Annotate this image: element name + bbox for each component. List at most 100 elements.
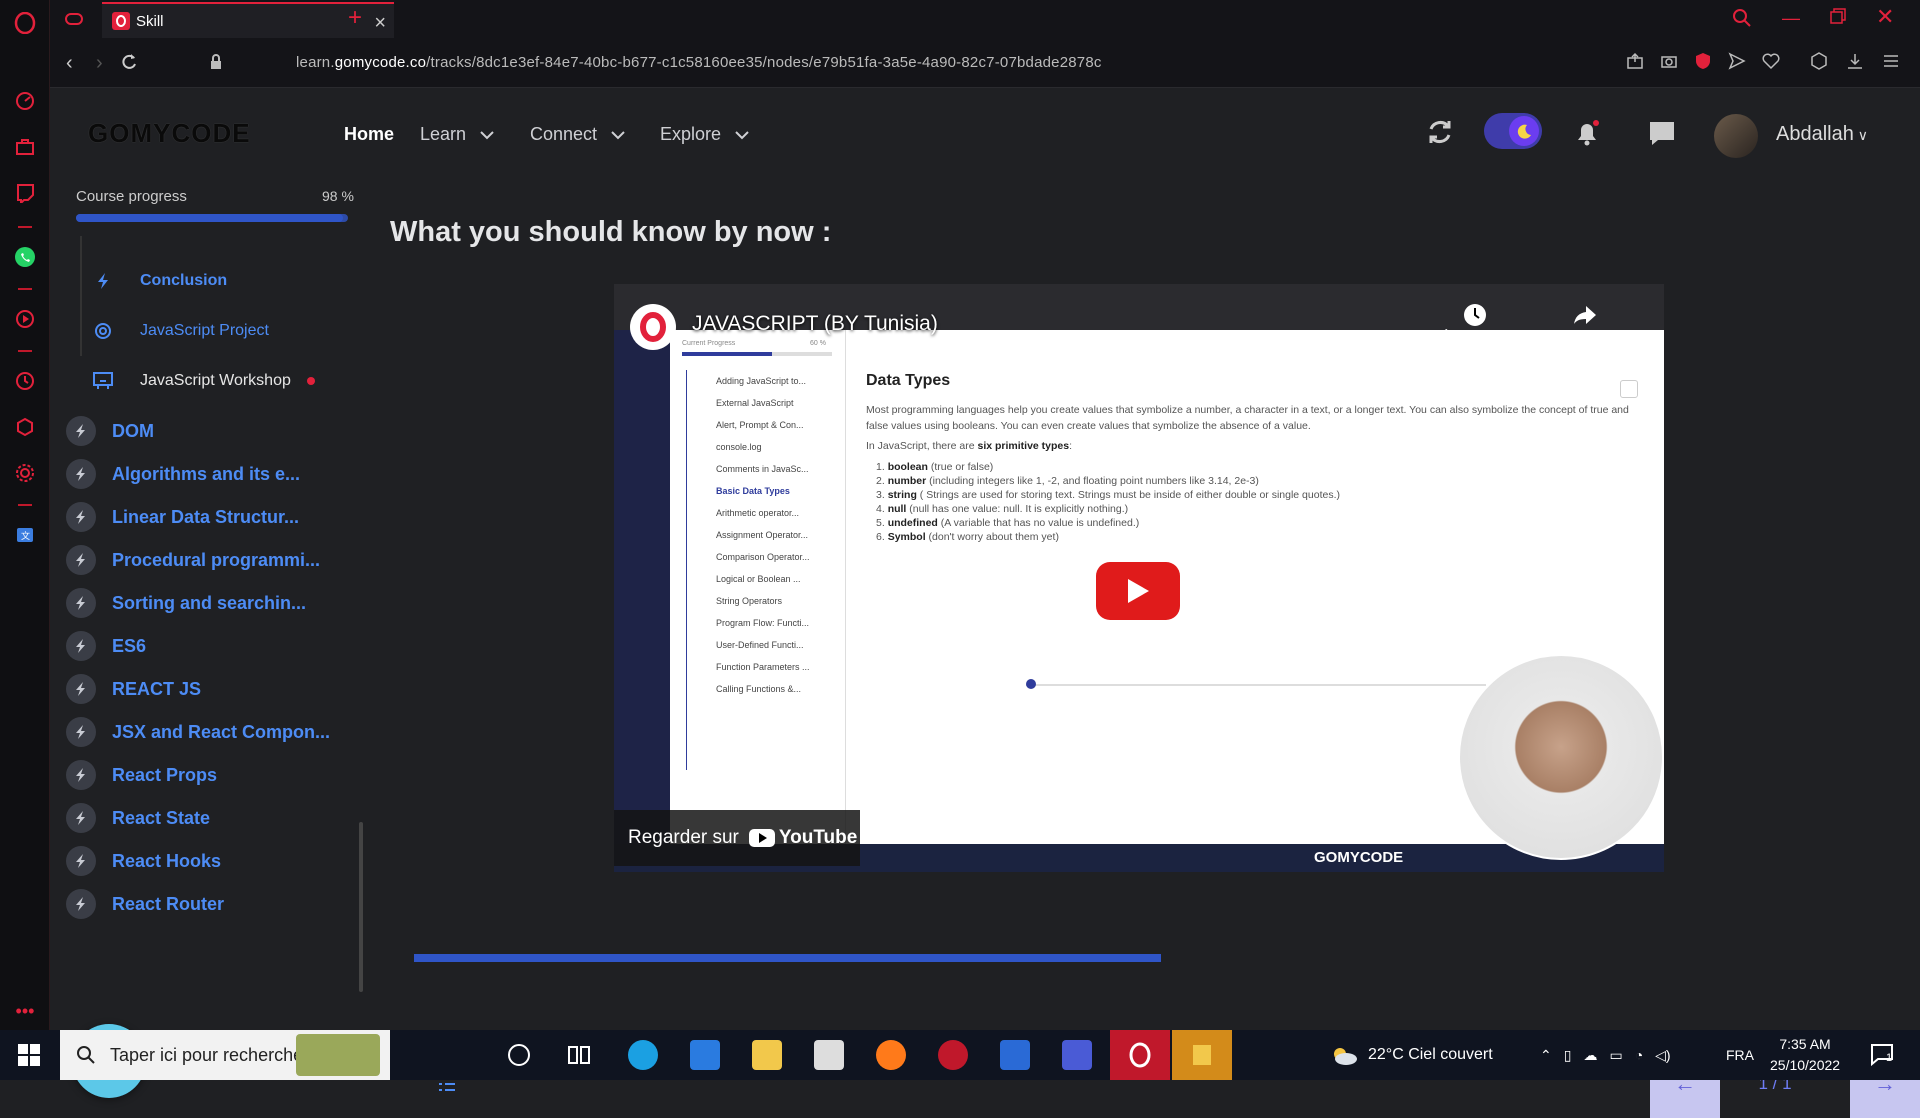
search-icon[interactable] [1732,8,1752,28]
store-icon[interactable] [814,1040,844,1070]
wifi-icon[interactable]: ◔ [1635,1047,1643,1063]
module-item[interactable]: React Router [66,889,224,919]
type-item: 4. null (null has one value: null. It is… [876,503,1129,515]
browser-sidebar: 文 ••• [0,0,50,1030]
restore-icon[interactable] [1830,8,1846,24]
video-title[interactable]: JAVASCRIPT (BY Tunisia) [692,312,938,336]
heart-icon[interactable] [1762,52,1780,70]
translate-icon[interactable]: 文 [14,524,36,546]
clock[interactable]: 7:35 AM 25/10/2022 [1770,1034,1840,1076]
module-item[interactable]: REACT JS [66,674,201,704]
sync-icon[interactable] [1426,118,1454,146]
url-text[interactable]: learn.gomycode.co/tracks/8dc1e3ef-84e7-4… [296,54,1102,71]
nav-home[interactable]: Home [344,124,394,145]
opera-taskbar-icon[interactable] [1110,1030,1170,1080]
firefox-icon[interactable] [876,1040,906,1070]
video-content-title: Data Types [866,372,951,389]
watch-later-button[interactable]: À regarder [1442,302,1508,344]
video-player[interactable]: Current Progress 60 % Adding JavaScript … [614,284,1664,872]
whatsapp-icon[interactable] [14,246,36,268]
tray-chevron-icon[interactable]: ⌃ [1540,1047,1552,1064]
cloudy-icon [1334,1048,1357,1065]
module-item[interactable]: React State [66,803,210,833]
share-button[interactable]: Partager [1558,302,1612,344]
mail-icon[interactable] [690,1040,720,1070]
module-item[interactable]: Procedural programmi... [66,545,320,575]
module-item[interactable]: DOM [66,416,154,446]
files-taskbar-icon[interactable] [1172,1030,1232,1080]
sub-item-javascript-project[interactable]: JavaScript Project [90,318,269,344]
nav-learn[interactable]: Learn [420,124,494,145]
task-view-icon[interactable] [568,1044,590,1066]
new-tab-button[interactable]: + [348,4,362,32]
channel-logo[interactable] [630,304,676,350]
file-explorer-icon[interactable] [752,1040,782,1070]
module-item[interactable]: React Props [66,760,217,790]
taskbar-search-input[interactable]: Taper ici pour rechercher [60,1030,390,1080]
player-icon[interactable] [14,308,36,330]
module-item[interactable]: Linear Data Structur... [66,502,299,532]
send-icon[interactable] [1728,52,1746,70]
adblock-icon[interactable] [1694,52,1712,70]
username[interactable]: Abdallah ∨ [1776,123,1868,146]
language-indicator[interactable]: FRA [1726,1030,1754,1080]
more-icon[interactable]: ••• [14,1000,36,1022]
video-list-item: External JavaScript [716,398,794,408]
edge-icon[interactable] [628,1040,658,1070]
tray-device-icon[interactable]: ▯ [1564,1047,1572,1064]
messages-icon[interactable] [1648,120,1676,146]
lightning-icon [66,803,96,833]
extensions-icon[interactable] [14,416,36,438]
module-item[interactable]: JSX and React Compon... [66,717,330,747]
tray-cloud-icon[interactable]: ☁ [1583,1047,1597,1064]
close-window-icon[interactable]: ✕ [1876,4,1894,30]
settings-icon[interactable] [14,462,36,484]
history-icon[interactable] [14,370,36,392]
twitch-icon[interactable] [14,182,36,204]
module-label: JSX and React Compon... [112,721,331,742]
cube-icon[interactable] [1810,52,1828,70]
theme-toggle[interactable] [1484,113,1542,149]
sub-item-conclusion[interactable]: Conclusion [90,268,227,294]
back-icon[interactable]: ‹ [66,52,73,75]
tab-bar: Skill × + — ✕ [50,0,1920,38]
notification-center-icon[interactable]: 1 [1870,1042,1894,1066]
opera-logo-icon[interactable] [14,12,36,34]
play-button[interactable] [1096,562,1180,620]
avatar[interactable] [1714,114,1758,158]
forward-icon[interactable]: › [96,52,103,75]
watch-on-youtube-link[interactable]: Regarder sur YouTube [614,810,860,866]
briefcase-icon[interactable] [14,136,36,158]
module-item[interactable]: Sorting and searchin... [66,588,306,618]
cortana-icon[interactable] [508,1044,530,1066]
battery-icon[interactable]: ▭ [1609,1047,1622,1064]
reload-icon[interactable] [120,53,138,71]
module-item[interactable]: Algorithms and its e... [66,459,300,489]
video-list-item: Calling Functions &... [716,684,802,694]
gomycode-logo[interactable]: GOMYCODE [88,118,251,149]
module-label: Linear Data Structur... [112,506,300,527]
speed-dial-icon[interactable] [14,90,36,112]
download-icon[interactable] [1846,52,1864,70]
sub-item-javascript-workshop[interactable]: JavaScript Workshop [90,368,315,394]
type-item: 5. undefined (A variable that has no val… [876,517,1140,529]
bell-icon[interactable] [1572,118,1602,148]
app-icon[interactable] [938,1040,968,1070]
camera-icon[interactable] [1660,52,1678,70]
nav-connect[interactable]: Connect [530,124,625,145]
weather-widget[interactable]: 22°C Ciel couvert [1330,1030,1493,1080]
module-label: ES6 [112,635,147,656]
module-item[interactable]: ES6 [66,631,146,661]
teams-icon[interactable] [1062,1040,1092,1070]
sidebar-scrollbar[interactable] [359,822,363,992]
volume-icon[interactable]: ◁) [1655,1047,1670,1064]
share-icon[interactable] [1626,52,1644,70]
nav-explore[interactable]: Explore [660,124,749,145]
windows-start-icon[interactable] [18,1044,40,1066]
gamepad-icon[interactable] [64,10,84,28]
minimize-icon[interactable]: — [1782,8,1800,29]
module-item[interactable]: React Hooks [66,846,221,876]
close-tab-icon[interactable]: × [374,12,386,35]
menu-icon[interactable] [1882,52,1900,70]
defender-icon[interactable] [1000,1040,1030,1070]
